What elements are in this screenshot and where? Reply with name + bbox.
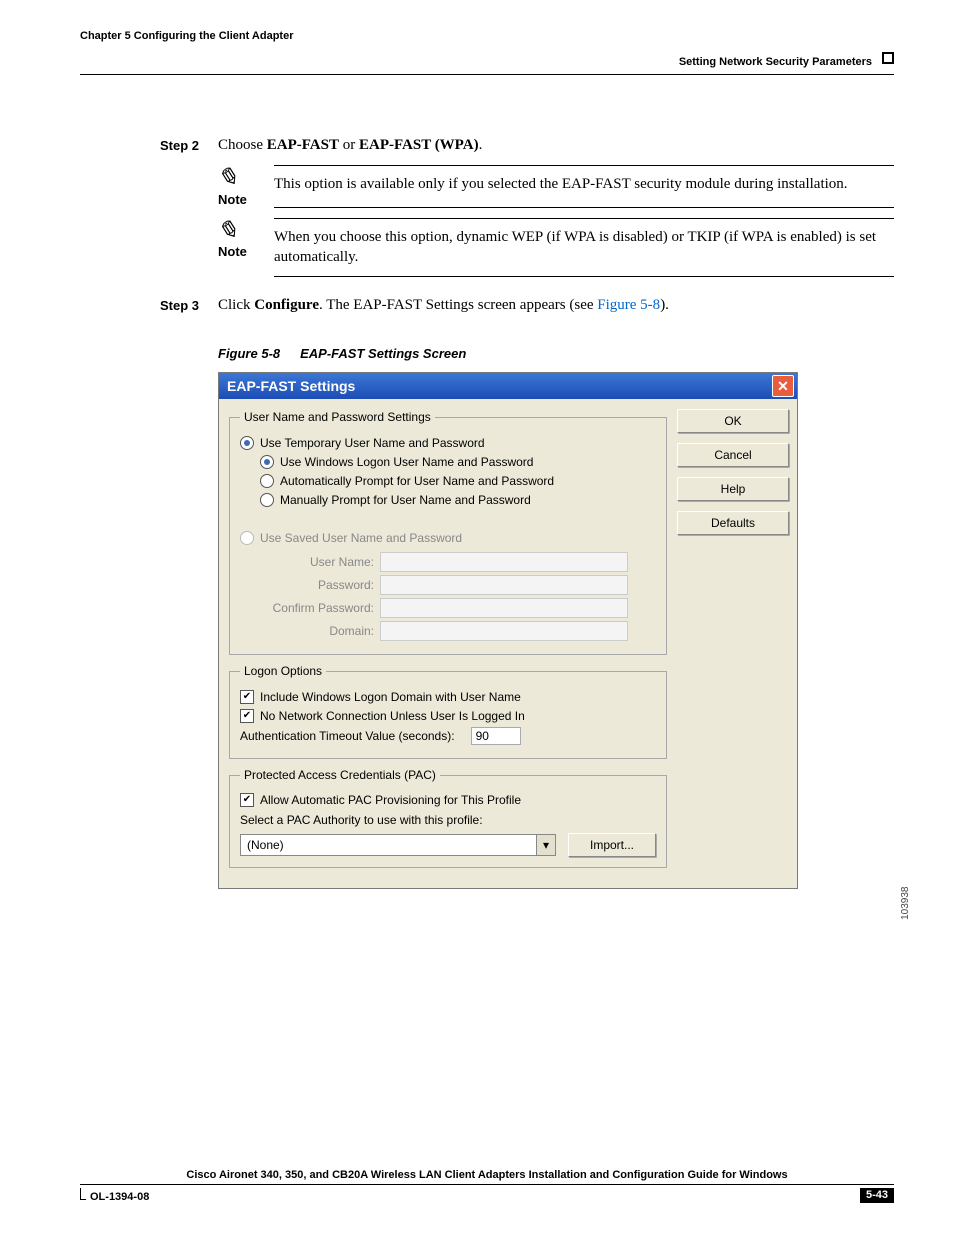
import-button[interactable]: Import... bbox=[568, 833, 656, 857]
note-text: This option is available only if you sel… bbox=[274, 165, 894, 208]
chk-auto-pac[interactable]: ✔Allow Automatic PAC Provisioning for Th… bbox=[240, 792, 656, 808]
radio-icon bbox=[240, 436, 254, 450]
radio-icon bbox=[240, 531, 254, 545]
user-name-label: User Name: bbox=[262, 554, 374, 570]
header-section: Setting Network Security Parameters bbox=[679, 56, 872, 68]
figure-sidecode: 103938 bbox=[899, 887, 913, 920]
chk-include-domain[interactable]: ✔Include Windows Logon Domain with User … bbox=[240, 689, 656, 705]
pac-select-value: (None) bbox=[241, 835, 536, 855]
group-legend: Logon Options bbox=[240, 663, 326, 679]
pencil-icon: ✎ bbox=[213, 218, 244, 244]
radio-icon bbox=[260, 474, 274, 488]
chevron-down-icon: ▾ bbox=[536, 835, 555, 855]
defaults-button[interactable]: Defaults bbox=[677, 511, 789, 535]
figure-link[interactable]: Figure 5-8 bbox=[597, 297, 660, 313]
pac-select-label: Select a PAC Authority to use with this … bbox=[240, 812, 656, 828]
chk-no-network[interactable]: ✔No Network Connection Unless User Is Lo… bbox=[240, 708, 656, 724]
help-button[interactable]: Help bbox=[677, 477, 789, 501]
note-label: Note bbox=[218, 243, 274, 261]
note-1: ✎ Note This option is available only if … bbox=[218, 165, 894, 208]
step-label: Step 3 bbox=[160, 295, 218, 315]
header-chapter: Chapter 5 Configuring the Client Adapter bbox=[80, 30, 294, 42]
ok-button[interactable]: OK bbox=[677, 409, 789, 433]
eap-fast-dialog: EAP-FAST Settings ✕ User Name and Passwo… bbox=[218, 372, 798, 888]
radio-saved-user[interactable]: Use Saved User Name and Password bbox=[240, 530, 656, 546]
note-2: ✎ Note When you choose this option, dyna… bbox=[218, 218, 894, 277]
footer-guide: Cisco Aironet 340, 350, and CB20A Wirele… bbox=[80, 1169, 894, 1185]
checkbox-icon: ✔ bbox=[240, 709, 254, 723]
figure-wrap: EAP-FAST Settings ✕ User Name and Passwo… bbox=[218, 372, 894, 888]
radio-temp-user[interactable]: Use Temporary User Name and Password bbox=[240, 435, 656, 451]
auth-timeout-row: Authentication Timeout Value (seconds): … bbox=[240, 727, 656, 745]
step-body: Click Configure. The EAP-FAST Settings s… bbox=[218, 295, 894, 315]
radio-auto-prompt[interactable]: Automatically Prompt for User Name and P… bbox=[260, 473, 656, 489]
radio-windows-logon[interactable]: Use Windows Logon User Name and Password bbox=[260, 454, 656, 470]
note-text: When you choose this option, dynamic WEP… bbox=[274, 218, 894, 277]
pencil-icon: ✎ bbox=[213, 165, 244, 191]
confirm-password-label: Confirm Password: bbox=[262, 600, 374, 616]
checkbox-icon: ✔ bbox=[240, 690, 254, 704]
cancel-button[interactable]: Cancel bbox=[677, 443, 789, 467]
page-header: Chapter 5 Configuring the Client Adapter… bbox=[80, 30, 894, 75]
checkbox-icon: ✔ bbox=[240, 793, 254, 807]
group-legend: User Name and Password Settings bbox=[240, 409, 435, 425]
auth-timeout-input[interactable]: 90 bbox=[471, 727, 521, 745]
footer-ol: OL-1394-08 bbox=[80, 1188, 149, 1203]
radio-icon bbox=[260, 493, 274, 507]
page-footer: Cisco Aironet 340, 350, and CB20A Wirele… bbox=[80, 1169, 894, 1203]
step-label: Step 2 bbox=[160, 135, 218, 155]
page-number: 5-43 bbox=[860, 1188, 894, 1203]
step-3: Step 3 Click Configure. The EAP-FAST Set… bbox=[80, 295, 894, 315]
password-label: Password: bbox=[262, 577, 374, 593]
pac-authority-select[interactable]: (None) ▾ bbox=[240, 834, 556, 856]
password-input[interactable] bbox=[380, 575, 628, 595]
pac-group: Protected Access Credentials (PAC) ✔Allo… bbox=[229, 767, 667, 868]
radio-manual-prompt[interactable]: Manually Prompt for User Name and Passwo… bbox=[260, 492, 656, 508]
confirm-password-input[interactable] bbox=[380, 598, 628, 618]
radio-icon bbox=[260, 455, 274, 469]
logon-options-group: Logon Options ✔Include Windows Logon Dom… bbox=[229, 663, 667, 759]
content: Step 2 Choose EAP-FAST or EAP-FAST (WPA)… bbox=[80, 135, 894, 889]
group-legend: Protected Access Credentials (PAC) bbox=[240, 767, 440, 783]
domain-input[interactable] bbox=[380, 621, 628, 641]
dialog-title: EAP-FAST Settings bbox=[227, 377, 355, 396]
figure-caption: Figure 5-8EAP-FAST Settings Screen bbox=[218, 345, 894, 363]
user-password-group: User Name and Password Settings Use Temp… bbox=[229, 409, 667, 655]
dialog-titlebar: EAP-FAST Settings ✕ bbox=[219, 373, 797, 399]
step-body: Choose EAP-FAST or EAP-FAST (WPA). bbox=[218, 135, 894, 155]
close-icon[interactable]: ✕ bbox=[772, 375, 794, 397]
domain-label: Domain: bbox=[262, 623, 374, 639]
note-label: Note bbox=[218, 191, 274, 209]
user-name-input[interactable] bbox=[380, 552, 628, 572]
header-marker-icon bbox=[882, 52, 894, 64]
step-2: Step 2 Choose EAP-FAST or EAP-FAST (WPA)… bbox=[80, 135, 894, 155]
